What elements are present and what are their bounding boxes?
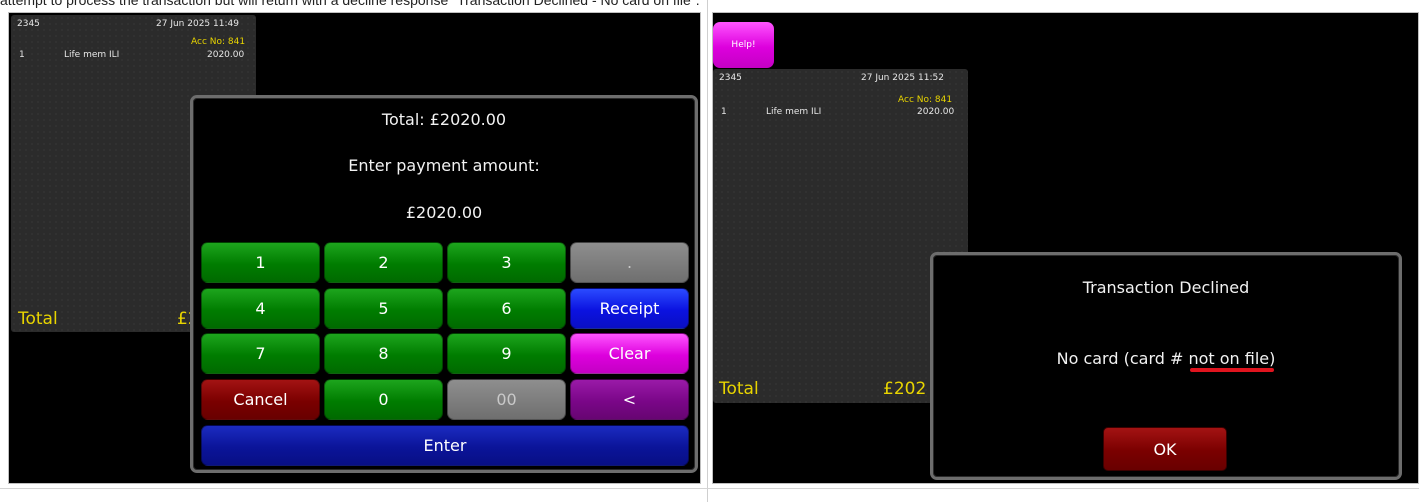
cancel-button[interactable]: Cancel bbox=[201, 379, 320, 420]
key-double-zero[interactable]: 00 bbox=[447, 379, 566, 420]
key-8[interactable]: 8 bbox=[324, 333, 443, 374]
caption-text: attempt to process the transaction but w… bbox=[0, 0, 700, 8]
key-1[interactable]: 1 bbox=[201, 242, 320, 283]
panel-divider bbox=[707, 0, 708, 502]
annotation-underline bbox=[1190, 368, 1274, 372]
enter-button[interactable]: Enter bbox=[201, 425, 689, 466]
bottom-border bbox=[0, 488, 1419, 489]
payment-prompt: Enter payment amount: bbox=[348, 156, 540, 175]
receipt-acc-no: Acc No: 841 bbox=[898, 95, 953, 105]
receipt-datetime: 27 Jun 2025 11:49 bbox=[156, 19, 239, 29]
receipt-total-label: Total bbox=[719, 379, 759, 399]
payment-dialog: Total: £2020.00 Enter payment amount: £2… bbox=[190, 95, 698, 473]
declined-dialog: Transaction Declined No card (card # not… bbox=[930, 252, 1402, 480]
payment-total: Total: £2020.00 bbox=[381, 110, 507, 129]
backspace-button[interactable]: < bbox=[570, 379, 689, 420]
declined-message: No card (card # not on file) bbox=[1056, 349, 1276, 368]
receipt-line-qty: 1 bbox=[721, 107, 727, 117]
key-5[interactable]: 5 bbox=[324, 288, 443, 329]
declined-title: Transaction Declined bbox=[1082, 278, 1250, 297]
key-3[interactable]: 3 bbox=[447, 242, 566, 283]
receipt-datetime: 27 Jun 2025 11:52 bbox=[861, 73, 944, 83]
payment-amount: £2020.00 bbox=[405, 203, 483, 222]
key-4[interactable]: 4 bbox=[201, 288, 320, 329]
receipt-button[interactable]: Receipt bbox=[570, 288, 689, 329]
key-decimal[interactable]: . bbox=[570, 242, 689, 283]
receipt-line-amount: 2020.00 bbox=[917, 107, 955, 117]
receipt-id: 2345 bbox=[719, 73, 742, 83]
right-screenshot: Help! 2345 27 Jun 2025 11:52 Acc No: 841… bbox=[712, 12, 1419, 484]
key-2[interactable]: 2 bbox=[324, 242, 443, 283]
receipt-total-label: Total bbox=[18, 309, 58, 329]
receipt-acc-no: Acc No: 841 bbox=[191, 37, 246, 47]
key-0[interactable]: 0 bbox=[324, 379, 443, 420]
receipt-total-value: £202 bbox=[883, 379, 927, 399]
clear-button[interactable]: Clear bbox=[570, 333, 689, 374]
receipt-id: 2345 bbox=[17, 19, 40, 29]
key-6[interactable]: 6 bbox=[447, 288, 566, 329]
receipt-line-amount: 2020.00 bbox=[207, 50, 245, 60]
help-button[interactable]: Help! bbox=[713, 22, 774, 68]
key-7[interactable]: 7 bbox=[201, 333, 320, 374]
receipt-line-item: Life mem ILI bbox=[766, 107, 822, 117]
key-9[interactable]: 9 bbox=[447, 333, 566, 374]
ok-button[interactable]: OK bbox=[1103, 427, 1227, 471]
left-screenshot: 2345 27 Jun 2025 11:49 Acc No: 841 1 Lif… bbox=[8, 12, 701, 484]
receipt-line-qty: 1 bbox=[19, 50, 25, 60]
receipt-line-item: Life mem ILI bbox=[64, 50, 120, 60]
